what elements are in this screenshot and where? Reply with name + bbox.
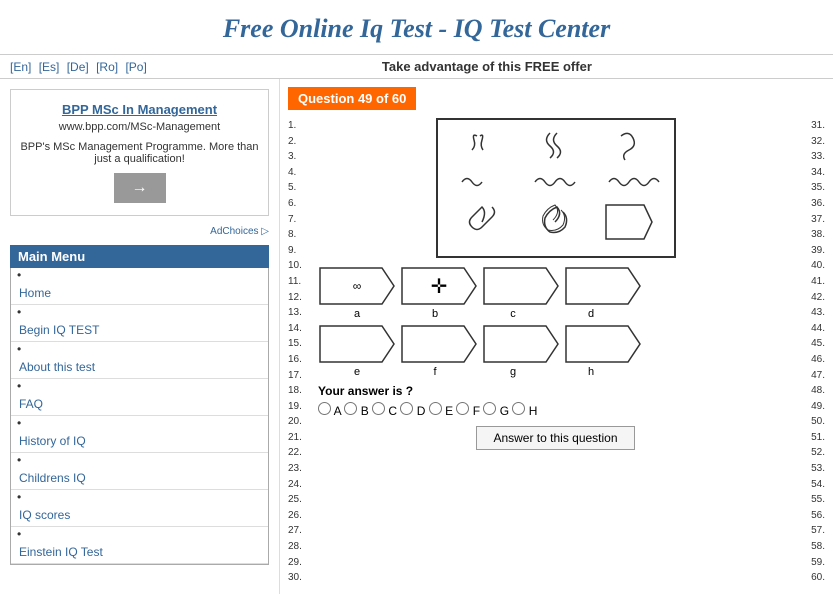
matrix-r3c1: [457, 202, 507, 248]
question-header: Question 49 of 60: [288, 87, 416, 110]
choice-b-symbol: ✛: [431, 274, 448, 299]
choice-a-label: a: [318, 308, 396, 320]
menu-item-about-this-test[interactable]: About this test: [11, 342, 268, 379]
choice-h-label: h: [552, 366, 630, 378]
choice-h: [564, 324, 642, 364]
radio-g[interactable]: [483, 402, 496, 415]
radio-b-label[interactable]: B: [344, 404, 368, 418]
lang-po[interactable]: [Po]: [125, 60, 146, 74]
matrix-r3c2: [530, 202, 580, 248]
question-matrix: [436, 118, 676, 258]
choice-c-label: c: [474, 308, 552, 320]
matrix-r1c3: [604, 128, 654, 169]
radio-a-label[interactable]: A: [318, 404, 341, 418]
radio-d-label[interactable]: D: [400, 404, 425, 418]
lang-es[interactable]: [Es]: [39, 60, 60, 74]
choice-a: ∞: [318, 266, 396, 306]
free-offer-text: Take advantage of this FREE offer: [151, 59, 823, 74]
radio-f-label[interactable]: F: [456, 404, 480, 418]
matrix-r3c3-pentagon: [604, 203, 654, 247]
matrix-r2c2: [530, 170, 580, 201]
right-numbers: 31.32.33.34.35.36.37.38.39.40.41.42.43.4…: [803, 118, 825, 586]
main-menu: Main Menu HomeBegin IQ TESTAbout this te…: [10, 245, 269, 565]
menu-item-childrens-iq[interactable]: Childrens IQ: [11, 453, 268, 490]
menu-title: Main Menu: [10, 245, 269, 268]
lang-ro[interactable]: [Ro]: [96, 60, 118, 74]
ad-url: www.bpp.com/MSc-Management: [19, 121, 260, 133]
matrix-r1c1: [457, 128, 507, 169]
choice-e-label: e: [318, 366, 396, 378]
language-links[interactable]: [En] [Es] [De] [Ro] [Po]: [10, 60, 151, 74]
choice-a-symbol: ∞: [353, 279, 362, 293]
menu-item-history-of-iq[interactable]: History of IQ: [11, 416, 268, 453]
lang-de[interactable]: [De]: [67, 60, 89, 74]
choice-f: [400, 324, 478, 364]
choice-f-label: f: [396, 366, 474, 378]
radio-e[interactable]: [429, 402, 442, 415]
ad-arrow-button[interactable]: →: [114, 173, 166, 203]
radio-a[interactable]: [318, 402, 331, 415]
lang-en[interactable]: [En]: [10, 60, 31, 74]
menu-item-home[interactable]: Home: [11, 268, 268, 305]
answer-prompt: Your answer is ?: [318, 384, 803, 398]
matrix-r1c2: [530, 128, 580, 169]
ad-title[interactable]: BPP MSc In Management: [19, 102, 260, 117]
answer-choices-row: A B C D E F G H: [318, 402, 803, 418]
choice-b-label: b: [396, 308, 474, 320]
left-numbers: 1.2.3.4.5.6.7.8.9.10.11.12.13.14.15.16.1…: [288, 118, 308, 586]
page-title: Free Online Iq Test - IQ Test Center: [0, 14, 833, 44]
menu-item-faq[interactable]: FAQ: [11, 379, 268, 416]
choice-d: [564, 266, 642, 306]
matrix-r2c3: [604, 170, 654, 201]
advertisement-block: BPP MSc In Management www.bpp.com/MSc-Ma…: [10, 89, 269, 216]
choice-g: [482, 324, 560, 364]
answer-button[interactable]: Answer to this question: [476, 426, 634, 450]
radio-c-label[interactable]: C: [372, 404, 397, 418]
menu-item-einstein-iq-test[interactable]: Einstein IQ Test: [11, 527, 268, 564]
radio-d[interactable]: [400, 402, 413, 415]
menu-item-iq-scores[interactable]: IQ scores: [11, 490, 268, 527]
radio-f[interactable]: [456, 402, 469, 415]
choice-c: [482, 266, 560, 306]
ad-description: BPP's MSc Management Programme. More tha…: [19, 141, 260, 165]
matrix-r2c1: [457, 170, 507, 201]
menu-list: HomeBegin IQ TESTAbout this testFAQHisto…: [10, 268, 269, 565]
ad-choices-label: AdChoices ▷: [10, 226, 269, 237]
radio-h-label[interactable]: H: [512, 404, 537, 418]
choice-d-label: d: [552, 308, 630, 320]
radio-g-label[interactable]: G: [483, 404, 509, 418]
radio-b[interactable]: [344, 402, 357, 415]
radio-h[interactable]: [512, 402, 525, 415]
menu-item-begin-iq-test[interactable]: Begin IQ TEST: [11, 305, 268, 342]
choice-g-label: g: [474, 366, 552, 378]
choice-b: ✛: [400, 266, 478, 306]
radio-c[interactable]: [372, 402, 385, 415]
choice-e: [318, 324, 396, 364]
radio-e-label[interactable]: E: [429, 404, 453, 418]
